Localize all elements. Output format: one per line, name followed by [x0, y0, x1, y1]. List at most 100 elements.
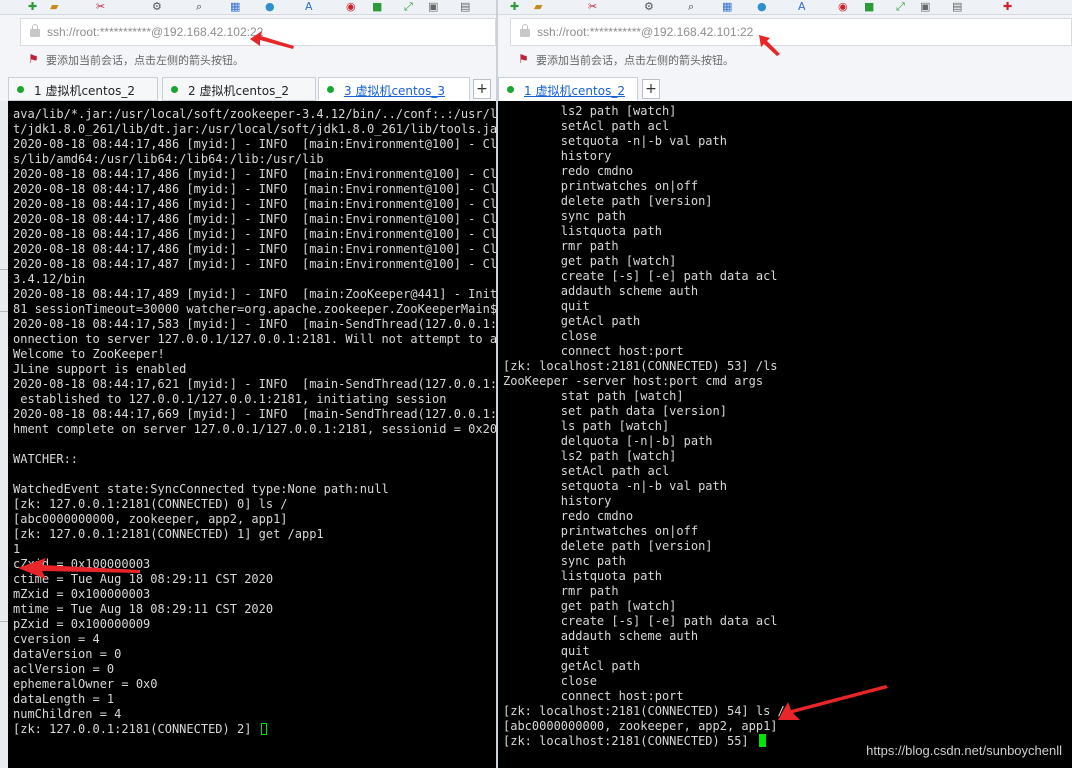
- connected-dot-icon: [17, 86, 24, 93]
- lock-toolbar-icon[interactable]: ▣: [920, 0, 930, 13]
- terminal-line: stat path [watch]: [503, 389, 684, 403]
- terminal-line: 2020-08-18 08:44:17,486 [myid:] - INFO […: [13, 242, 496, 256]
- terminal-line: setAcl path acl: [503, 464, 670, 478]
- lock-icon: [520, 24, 530, 37]
- keyboard-icon[interactable]: ▤: [460, 0, 470, 13]
- terminal-line: ZooKeeper -server host:port cmd args: [503, 374, 764, 388]
- terminal-prompt[interactable]: [zk: 127.0.0.1:2181(CONNECTED) 2]: [13, 722, 496, 737]
- terminal-line: printwatches on|off: [503, 179, 699, 193]
- terminal-line: history: [503, 149, 612, 163]
- terminal-line: mtime = Tue Aug 18 08:29:11 CST 2020: [13, 602, 274, 616]
- toolbar: ✚ ▰ ✂ ⚙ ⌕ ▦ ● A ◉ ■ ⤢ ▣ ▤: [0, 0, 496, 15]
- terminal-line: printwatches on|off: [503, 524, 699, 538]
- terminal-line: mZxid = 0x100000003: [13, 587, 151, 601]
- annotation-arrow-get-value: [18, 558, 140, 579]
- globe-icon[interactable]: ●: [757, 0, 767, 13]
- terminal-lines: ls2 path [watch] setAcl path acl setquot…: [503, 104, 785, 749]
- search-icon[interactable]: ⌕: [688, 0, 694, 13]
- terminal-line: setAcl path acl: [503, 119, 670, 133]
- new-session-icon[interactable]: ✚: [28, 0, 37, 13]
- terminal-line: 2020-08-18 08:44:17,583 [myid:] - INFO […: [13, 317, 496, 331]
- terminal-line: 2020-08-18 08:44:17,486 [myid:] - INFO […: [13, 137, 496, 151]
- tab-session-1[interactable]: 1 虚拟机centos_2: [8, 77, 158, 101]
- connected-dot-icon: [507, 86, 514, 93]
- terminal-line: Welcome to ZooKeeper!: [13, 347, 165, 361]
- font-icon[interactable]: A: [798, 0, 806, 13]
- terminal-line: dataVersion = 0: [13, 647, 122, 661]
- script-icon[interactable]: ■: [372, 0, 382, 13]
- search-icon[interactable]: ⌕: [196, 0, 202, 13]
- new-session-icon[interactable]: ✚: [510, 0, 519, 13]
- terminal-line: setquota -n|-b val path: [503, 479, 727, 493]
- fullscreen-icon[interactable]: ⤢: [896, 0, 905, 13]
- open-folder-icon[interactable]: ▰: [50, 0, 58, 13]
- terminal-line: ls2 path [watch]: [503, 104, 677, 118]
- record-icon[interactable]: ◉: [838, 0, 848, 13]
- terminal-line: [zk: 127.0.0.1:2181(CONNECTED) 0] ls /: [13, 497, 288, 511]
- more-icon[interactable]: ✚: [1003, 0, 1012, 13]
- terminal-output[interactable]: ls2 path [watch] setAcl path acl setquot…: [498, 101, 1072, 768]
- terminal-line: [zk: localhost:2181(CONNECTED) 53] /ls: [503, 359, 778, 373]
- terminal-line: ls path [watch]: [503, 419, 670, 433]
- terminal-line: connect host:port: [503, 344, 684, 358]
- lock-toolbar-icon[interactable]: ▣: [428, 0, 438, 13]
- annotation-arrow-ls-result: [778, 685, 888, 720]
- address-bar[interactable]: ssh://root:***********@192.168.42.101:22: [510, 18, 1072, 46]
- tab-session-3[interactable]: 3 虚拟机centos_3: [318, 77, 470, 101]
- tab-session-2[interactable]: 2 虚拟机centos_2: [162, 77, 316, 101]
- font-icon[interactable]: A: [305, 0, 313, 13]
- terminal-line: numChildren = 4: [13, 707, 122, 721]
- cursor: [758, 734, 766, 747]
- bookmark-flag-icon[interactable]: ⚑: [518, 52, 529, 66]
- globe-icon[interactable]: ●: [265, 0, 275, 13]
- terminal-line: delete path [version]: [503, 539, 713, 553]
- fullscreen-icon[interactable]: ⤢: [404, 0, 413, 13]
- terminal-line: pZxid = 0x100000009: [13, 617, 151, 631]
- terminal-line: JLine support is enabled: [13, 362, 187, 376]
- terminal-prompt[interactable]: [zk: localhost:2181(CONNECTED) 55]: [503, 734, 785, 749]
- left-session-pane: ✚ ▰ ✂ ⚙ ⌕ ▦ ● A ◉ ■ ⤢ ▣ ▤ ssh://root:***…: [0, 0, 496, 768]
- connected-dot-icon: [327, 86, 334, 93]
- prompt-text: [zk: localhost:2181(CONNECTED) 55]: [503, 734, 756, 748]
- terminal-line: 3.4.12/bin: [13, 272, 86, 286]
- lock-icon: [30, 24, 40, 37]
- terminal-line: 2020-08-18 08:44:17,487 [myid:] - INFO […: [13, 257, 496, 271]
- layout-icon[interactable]: ▦: [722, 0, 732, 13]
- terminal-line: ephemeralOwner = 0x0: [13, 677, 158, 691]
- terminal-line: get path [watch]: [503, 599, 677, 613]
- script-icon[interactable]: ■: [864, 0, 874, 13]
- terminal-line: 2020-08-18 08:44:17,486 [myid:] - INFO […: [13, 227, 496, 241]
- terminal-line: 2020-08-18 08:44:17,486 [myid:] - INFO […: [13, 167, 496, 181]
- prompt-text: [zk: 127.0.0.1:2181(CONNECTED) 2]: [13, 722, 259, 736]
- tab-session-1[interactable]: 1 虚拟机centos_2: [498, 77, 638, 101]
- terminal-line: 2020-08-18 08:44:17,486 [myid:] - INFO […: [13, 197, 496, 211]
- terminal-line: dataLength = 1: [13, 692, 115, 706]
- terminal-line: listquota path: [503, 224, 662, 238]
- terminal-line: rmr path: [503, 239, 619, 253]
- terminal-line: cversion = 4: [13, 632, 100, 646]
- settings-icon[interactable]: ⚙: [152, 0, 162, 13]
- terminal-line: getAcl path: [503, 659, 641, 673]
- bookmark-flag-icon[interactable]: ⚑: [28, 52, 39, 66]
- add-tab-button[interactable]: +: [473, 79, 491, 99]
- terminal-lines: ava/lib/*.jar:/usr/local/soft/zookeeper-…: [13, 107, 496, 737]
- disconnect-icon[interactable]: ✂: [588, 0, 597, 13]
- keyboard-icon[interactable]: ▤: [952, 0, 962, 13]
- record-icon[interactable]: ◉: [346, 0, 356, 13]
- add-tab-button[interactable]: +: [642, 79, 660, 99]
- terminal-line: sync path: [503, 209, 626, 223]
- disconnect-icon[interactable]: ✂: [96, 0, 105, 13]
- open-folder-icon[interactable]: ▰: [534, 0, 542, 13]
- watermark: https://blog.csdn.net/sunboychenll: [866, 743, 1062, 758]
- terminal-line: [zk: localhost:2181(CONNECTED) 54] ls /: [503, 704, 785, 718]
- terminal-line: [abc0000000000, zookeeper, app2, app1]: [503, 719, 778, 733]
- layout-icon[interactable]: ▦: [230, 0, 240, 13]
- terminal-line: close: [503, 674, 597, 688]
- terminal-line: [zk: 127.0.0.1:2181(CONNECTED) 1] get /a…: [13, 527, 324, 541]
- terminal-line: getAcl path: [503, 314, 641, 328]
- tab-bar: 1 虚拟机centos_2 2 虚拟机centos_2 3 虚拟机centos_…: [0, 77, 496, 101]
- terminal-line: redo cmdno: [503, 509, 634, 523]
- settings-icon[interactable]: ⚙: [644, 0, 654, 13]
- terminal-output[interactable]: ava/lib/*.jar:/usr/local/soft/zookeeper-…: [8, 101, 496, 768]
